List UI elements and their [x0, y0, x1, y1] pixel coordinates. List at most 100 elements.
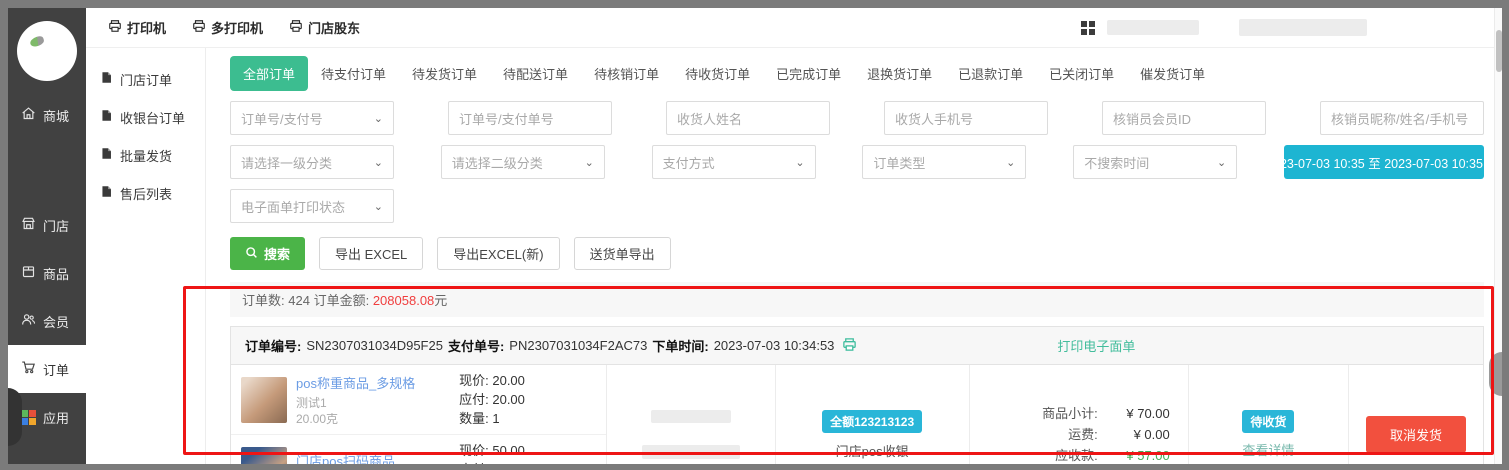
topbar: 打印机 多打印机 门店股东	[86, 8, 1502, 48]
chevron-down-icon: ⌄	[374, 112, 383, 125]
receiver-name-input[interactable]: 收货人姓名	[666, 101, 830, 135]
order-action-column: 取消发货	[1349, 365, 1483, 464]
sidebar-item-store[interactable]: 门店	[8, 201, 86, 249]
goods-icon	[21, 264, 36, 282]
multi-printer-button[interactable]: 多打印机	[192, 18, 263, 37]
sidebar-item-members[interactable]: 会员	[8, 297, 86, 345]
pay-method-select[interactable]: 支付方式 ⌄	[652, 145, 816, 179]
filter-row-2: 请选择一级分类 ⌄ 请选择二级分类 ⌄ 支付方式 ⌄ 订单类型	[230, 145, 1484, 179]
submenu-item-label: 收银台订单	[120, 108, 185, 127]
lower-region: 门店订单 收银台订单 批量发货 售后列表	[86, 48, 1502, 464]
receivable-value: ¥ 57.00	[1098, 445, 1170, 464]
product-name-link[interactable]: pos称重商品_多规格	[296, 373, 459, 392]
order-payment-column: 全额123213123 门店pos收银	[776, 365, 970, 464]
category2-select[interactable]: 请选择二级分类 ⌄	[441, 145, 605, 179]
order-type-select[interactable]: 订单类型 ⌄	[862, 145, 1026, 179]
tab-pending-receipt[interactable]: 待收货订单	[672, 56, 763, 91]
tab-return-exchange[interactable]: 退换货订单	[854, 56, 945, 91]
sidebar-collapse-handle[interactable]	[8, 388, 22, 446]
export-excel-new-button[interactable]: 导出EXCEL(新)	[437, 237, 559, 270]
order-header: 订单编号: SN2307031034D95F25 支付单号: PN2307031…	[231, 327, 1483, 365]
product-info: 门店pos扫码商品 10.00克	[296, 451, 459, 465]
chevron-down-icon: ⌄	[795, 156, 804, 169]
sidebar-item-label: 会员	[43, 312, 69, 331]
select-value: 订单类型	[873, 153, 925, 172]
due-label: 应付:	[459, 392, 489, 407]
tab-pending-delivery[interactable]: 待配送订单	[490, 56, 581, 91]
subtotal-value: ¥ 70.00	[1098, 403, 1170, 424]
order-payno-value: PN2307031034F2AC73	[509, 338, 647, 353]
submenu-item-label: 批量发货	[120, 146, 172, 165]
order-amount-unit: 元	[434, 293, 447, 308]
printer-button[interactable]: 打印机	[108, 18, 166, 37]
avatar[interactable]	[17, 21, 77, 81]
store-shareholder-button[interactable]: 门店股东	[289, 18, 360, 37]
tab-pending-shipment[interactable]: 待发货订单	[399, 56, 490, 91]
user-info-blurred	[1239, 19, 1367, 36]
order-no-input[interactable]: 订单号/支付单号	[448, 101, 612, 135]
order-sn-label: 订单编号:	[245, 336, 301, 355]
price-label: 现价:	[459, 373, 489, 388]
price-value: 50.00	[492, 443, 525, 458]
topbar-button-label: 门店股东	[308, 18, 360, 37]
cart-icon	[21, 360, 36, 378]
category1-select[interactable]: 请选择一级分类 ⌄	[230, 145, 394, 179]
printer-icon	[289, 19, 303, 36]
submenu-item-store-orders[interactable]: 门店订单	[86, 60, 205, 98]
product-row: 门店pos扫码商品 10.00克 现价: 50.00 应付: 50.00 数量:…	[231, 434, 606, 464]
product-name-link[interactable]: 门店pos扫码商品	[296, 451, 459, 465]
tab-pending-verification[interactable]: 待核销订单	[581, 56, 672, 91]
submenu-item-aftersale-list[interactable]: 售后列表	[86, 174, 205, 212]
sidebar-item-label: 应用	[43, 408, 69, 427]
action-buttons: 搜索 导出 EXCEL 导出EXCEL(新) 送货单导出	[230, 237, 1484, 270]
verifier-info-input[interactable]: 核销员昵称/姓名/手机号	[1320, 101, 1484, 135]
tab-refunded[interactable]: 已退款订单	[945, 56, 1036, 91]
time-mode-select[interactable]: 不搜索时间 ⌄	[1073, 145, 1237, 179]
export-excel-button[interactable]: 导出 EXCEL	[319, 237, 423, 270]
cancel-shipment-button[interactable]: 取消发货	[1366, 416, 1466, 453]
select-value: 订单号/支付号	[241, 109, 323, 128]
select-value: 不搜索时间	[1084, 153, 1149, 172]
tab-pending-payment[interactable]: 待支付订单	[308, 56, 399, 91]
topbar-button-label: 打印机	[127, 18, 166, 37]
view-detail-link[interactable]: 查看详情	[1242, 440, 1294, 459]
submenu-item-batch-ship[interactable]: 批量发货	[86, 136, 205, 174]
apps-icon	[21, 410, 36, 425]
tab-closed[interactable]: 已关闭订单	[1036, 56, 1127, 91]
receiver-phone-input[interactable]: 收货人手机号	[884, 101, 1048, 135]
due-value: 50.00	[492, 462, 525, 464]
sidebar-item-goods[interactable]: 商品	[8, 249, 86, 297]
print-eorder-link[interactable]: 打印电子面单	[1057, 336, 1135, 355]
tab-all-orders[interactable]: 全部订单	[230, 56, 308, 91]
sidebar-item-label: 商品	[43, 264, 69, 283]
search-button[interactable]: 搜索	[230, 237, 305, 270]
qty-value: 1	[492, 411, 499, 426]
window-frame: 商城 门店 商品 会员 订单 应用	[0, 0, 1509, 470]
app-root: 商城 门店 商品 会员 订单 应用	[8, 8, 1502, 464]
panel-collapse-handle[interactable]	[1489, 352, 1502, 396]
scrollbar-thumb[interactable]	[1496, 30, 1502, 72]
tab-urge-shipment[interactable]: 催发货订单	[1127, 56, 1218, 91]
eorder-print-status-select[interactable]: 电子面单打印状态 ⌄	[230, 189, 394, 223]
document-icon	[100, 109, 113, 125]
sidebar-item-mall[interactable]: 商城	[8, 91, 86, 139]
store-icon	[21, 216, 36, 234]
topbar-user-area[interactable]	[1081, 19, 1367, 36]
sidebar-item-orders[interactable]: 订单	[8, 345, 86, 393]
date-range-button[interactable]: 2023-07-03 10:35 至 2023-07-03 10:35	[1284, 145, 1484, 179]
product-sub: 测试1	[296, 395, 459, 411]
verifier-id-input[interactable]: 核销员会员ID	[1102, 101, 1266, 135]
submenu-item-cashier-orders[interactable]: 收银台订单	[86, 98, 205, 136]
chevron-down-icon: ⌄	[1217, 156, 1226, 169]
chevron-down-icon: ⌄	[585, 156, 594, 169]
order-time-label: 下单时间:	[652, 336, 708, 355]
shipping-label: 运费:	[988, 424, 1098, 445]
delivery-export-button[interactable]: 送货单导出	[574, 237, 671, 270]
order-count-value: 424	[288, 293, 310, 308]
eorder-printer-icon[interactable]	[842, 337, 857, 355]
chevron-down-icon: ⌄	[1006, 156, 1015, 169]
order-amount-value: 208058.08	[373, 293, 434, 308]
price-value: 20.00	[492, 373, 525, 388]
tab-completed[interactable]: 已完成订单	[763, 56, 854, 91]
order-no-type-select[interactable]: 订单号/支付号 ⌄	[230, 101, 394, 135]
